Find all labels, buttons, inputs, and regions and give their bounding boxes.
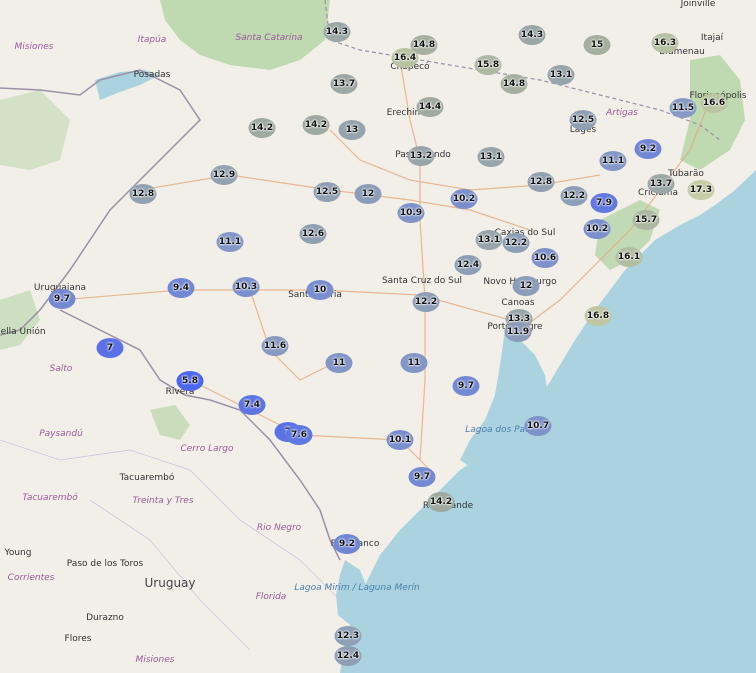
station-marker[interactable]: 11.9 (504, 322, 532, 342)
station-marker[interactable]: 7.9 (590, 193, 618, 213)
station-marker[interactable]: 10.2 (583, 219, 611, 239)
station-marker[interactable]: 12.8 (129, 184, 157, 204)
station-marker[interactable]: 12.4 (454, 255, 482, 275)
region-label: Artigas (606, 108, 638, 118)
region-label: Salto (49, 364, 73, 374)
station-marker[interactable]: 11.1 (599, 151, 627, 171)
basemap (0, 0, 756, 673)
region-label: Florida (255, 592, 287, 602)
station-marker[interactable]: 9.2 (333, 534, 361, 554)
station-marker[interactable]: 13.7 (330, 74, 358, 94)
station-marker[interactable]: 9.7 (452, 376, 480, 396)
station-marker[interactable]: 16.3 (651, 33, 679, 53)
station-marker[interactable]: 12.2 (502, 233, 530, 253)
region-label: Misiones (135, 655, 175, 665)
station-marker[interactable]: 13.1 (477, 147, 505, 167)
station-marker[interactable]: 12.4 (334, 646, 362, 666)
station-marker[interactable]: 10.2 (450, 189, 478, 209)
station-marker[interactable]: 11 (400, 353, 428, 373)
station-marker[interactable]: 17.3 (687, 180, 715, 200)
place-label: Flores (64, 634, 92, 644)
place-label: Tubarão (668, 169, 704, 179)
station-marker[interactable]: 13.1 (475, 230, 503, 250)
station-marker[interactable]: 13.1 (547, 65, 575, 85)
station-marker[interactable]: 16.4 (391, 48, 419, 68)
station-marker[interactable]: 9.7 (48, 289, 76, 309)
station-marker[interactable]: 12.5 (313, 182, 341, 202)
station-marker[interactable]: 15.8 (474, 55, 502, 75)
station-marker[interactable]: 12.5 (569, 110, 597, 130)
station-marker[interactable]: 11.6 (261, 336, 289, 356)
region-label: Paysandú (39, 429, 83, 439)
station-marker[interactable]: 15 (583, 35, 611, 55)
station-marker[interactable]: 14.2 (248, 118, 276, 138)
station-marker[interactable]: 11.5 (669, 98, 697, 118)
region-label: Santa Catarina (235, 33, 303, 43)
station-marker[interactable]: 12.8 (527, 172, 555, 192)
station-marker[interactable]: 13.7 (647, 174, 675, 194)
station-marker[interactable]: 15.7 (632, 210, 660, 230)
place-label: Canoas (501, 298, 535, 308)
water-label: Lagoa Mirim / Laguna Merín (294, 583, 420, 593)
station-marker[interactable]: 16.8 (584, 306, 612, 326)
station-marker[interactable]: 14.3 (323, 22, 351, 42)
station-marker[interactable]: 12.2 (560, 186, 588, 206)
station-marker[interactable]: 5.8 (176, 371, 204, 391)
region-label: Corrientes (7, 573, 55, 583)
station-marker[interactable]: 13 (338, 120, 366, 140)
place-label: Joinville (680, 0, 716, 9)
place-label: Posadas (133, 70, 171, 80)
station-marker[interactable]: 7.4 (238, 395, 266, 415)
place-label: Santa Cruz do Sul (381, 276, 463, 286)
station-marker[interactable]: 11 (325, 353, 353, 373)
station-marker[interactable]: 10.9 (397, 203, 425, 223)
region-label: Treinta y Tres (132, 496, 194, 506)
station-marker[interactable]: 16.1 (615, 247, 643, 267)
station-marker[interactable]: 9.7 (408, 467, 436, 487)
place-label: Durazno (86, 613, 124, 623)
station-marker[interactable]: 12 (354, 184, 382, 204)
station-marker[interactable]: 9.4 (167, 278, 195, 298)
place-label: Tacuarembó (119, 473, 175, 483)
region-label: Itapúa (137, 35, 167, 45)
station-marker[interactable]: 11.1 (216, 232, 244, 252)
station-marker[interactable]: 10 (306, 280, 334, 300)
country-label: Uruguay (144, 576, 196, 590)
station-marker[interactable]: 10.1 (386, 430, 414, 450)
station-marker[interactable]: 12.3 (334, 626, 362, 646)
station-marker[interactable]: 12.9 (210, 165, 238, 185)
station-marker[interactable]: 13.2 (407, 146, 435, 166)
region-label: Cerro Largo (180, 444, 234, 454)
region-label: Misiones (14, 42, 54, 52)
station-marker[interactable]: 9.2 (634, 139, 662, 159)
station-marker[interactable]: 16.6 (700, 93, 728, 113)
station-marker[interactable]: 14.4 (416, 97, 444, 117)
station-marker[interactable]: 12.2 (412, 292, 440, 312)
station-marker[interactable]: 7 (96, 338, 124, 358)
weather-map[interactable]: JoinvilleItajaíPosadasChapecóErechimLage… (0, 0, 756, 673)
region-label: Tacuarembó (22, 493, 78, 503)
station-marker[interactable]: 7.6 (285, 425, 313, 445)
place-label: Paso de los Toros (66, 559, 144, 569)
station-marker[interactable]: 14.2 (302, 115, 330, 135)
place-label: Itajaí (700, 33, 724, 43)
place-label: Young (4, 548, 32, 558)
station-marker[interactable]: 12.6 (299, 224, 327, 244)
station-marker[interactable]: 10.3 (232, 277, 260, 297)
place-label: Bella Unión (0, 327, 46, 337)
station-marker[interactable]: 14.3 (518, 25, 546, 45)
station-marker[interactable]: 10.6 (531, 248, 559, 268)
region-label: Rio Negro (256, 523, 302, 533)
station-marker[interactable]: 14.2 (427, 492, 455, 512)
station-marker[interactable]: 12 (512, 276, 540, 296)
station-marker[interactable]: 14.8 (500, 74, 528, 94)
station-marker[interactable]: 10.7 (524, 416, 552, 436)
